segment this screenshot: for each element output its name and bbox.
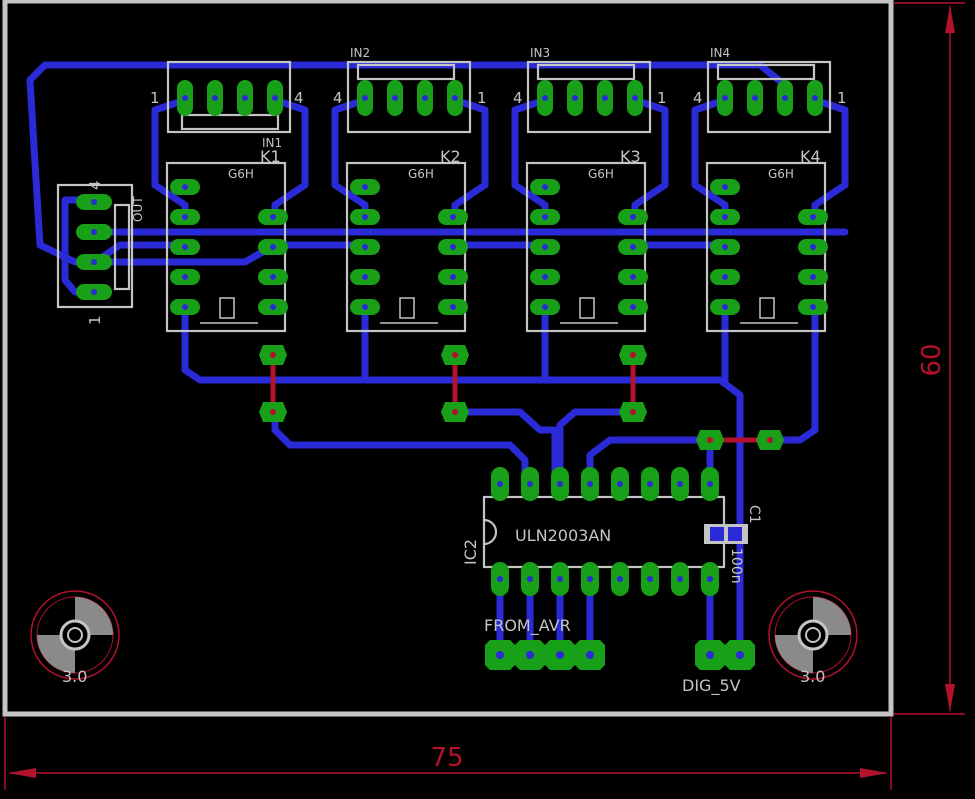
pcb-layout: 75 60 IN1 1 4 IN2 4 1 IN3 4 1 IN4 4 1 K1… <box>2 0 965 790</box>
mount-hole-right: 3.0 <box>768 590 858 686</box>
connector-in3: IN3 4 1 <box>513 46 667 134</box>
ic-value: ULN2003AN <box>515 526 611 545</box>
ic-uln2003: ULN2003AN IC2 <box>461 467 726 596</box>
pin-label: 4 <box>693 89 703 107</box>
connector-in2: IN2 4 1 <box>333 46 487 134</box>
width-label: 75 <box>430 743 463 773</box>
relay-ref: K1 <box>260 147 281 166</box>
capacitor-value: 100n <box>728 548 744 584</box>
pin-label: 4 <box>513 89 523 107</box>
relay-type: G6H <box>228 167 254 181</box>
pin-label: 1 <box>657 89 667 107</box>
relay-type: G6H <box>768 167 794 181</box>
connector-name: IN4 <box>710 46 730 60</box>
connector-name: IN2 <box>350 46 370 60</box>
relay-ref: K4 <box>800 147 821 166</box>
pin-label: 4 <box>294 89 304 107</box>
hole-label: 3.0 <box>800 667 825 686</box>
hole-label: 3.0 <box>62 667 87 686</box>
relay-coil-symbols <box>200 297 798 324</box>
pin-label: 1 <box>150 89 160 107</box>
pin-label: 1 <box>837 89 847 107</box>
relay-ref: K2 <box>440 147 461 166</box>
pin-label: 4 <box>333 89 343 107</box>
connector-name: OUT <box>131 196 145 222</box>
relay-type: G6H <box>588 167 614 181</box>
mount-hole-left: 3.0 <box>30 590 120 686</box>
vias <box>259 345 784 450</box>
pin-label: 1 <box>477 89 487 107</box>
connector-name: IN3 <box>530 46 550 60</box>
height-label: 60 <box>917 343 947 376</box>
pin-label: 1 <box>86 315 104 325</box>
relay-type: G6H <box>408 167 434 181</box>
width-dimension: 75 <box>4 717 892 790</box>
relay-ref: K3 <box>620 147 641 166</box>
capacitor-ref: C1 <box>746 505 762 524</box>
height-dimension: 60 <box>894 2 965 715</box>
connector-pads <box>177 80 823 116</box>
jumpers <box>270 355 770 443</box>
header-dig-5v: DIG_5V <box>682 640 755 696</box>
pin-label: 4 <box>86 180 104 190</box>
header-label: FROM_AVR <box>484 616 571 636</box>
header-label: DIG_5V <box>682 676 741 696</box>
connector-in4: IN4 4 1 <box>693 46 847 134</box>
ic-ref: IC2 <box>461 539 480 565</box>
